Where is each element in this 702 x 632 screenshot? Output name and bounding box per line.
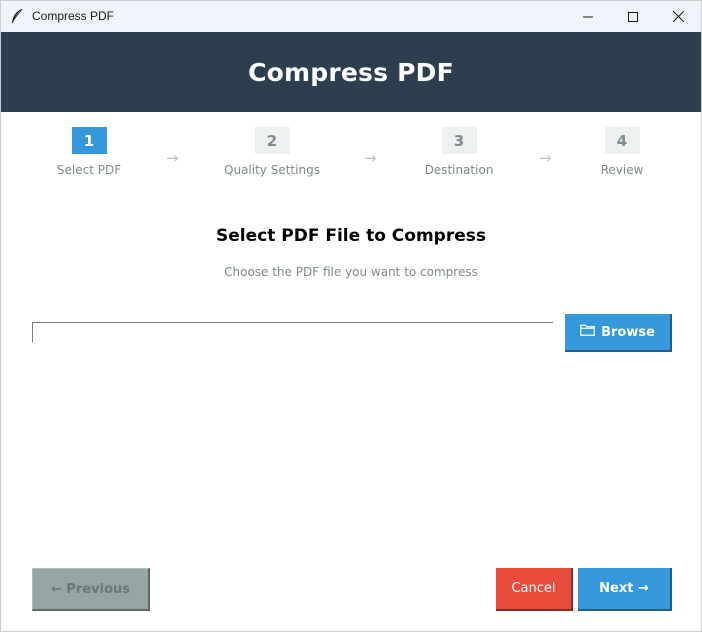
step-label: Destination	[424, 163, 494, 177]
header-banner: Compress PDF	[1, 32, 701, 112]
minimize-button[interactable]	[565, 1, 611, 32]
feather-icon	[10, 8, 24, 24]
step-label: Quality Settings	[224, 163, 320, 177]
step-number: 1	[71, 127, 107, 154]
close-icon	[672, 7, 684, 26]
section-title: Select PDF File to Compress	[216, 226, 486, 246]
app-window: Compress PDF Compress PDF 1 Select PDF →…	[0, 0, 702, 632]
browse-label: Browse	[601, 324, 655, 340]
step-arrow: →	[539, 149, 552, 167]
step-number: 3	[441, 127, 477, 154]
step-arrow: →	[166, 149, 179, 167]
maximize-icon	[628, 7, 638, 26]
step-1: 1 Select PDF	[54, 127, 124, 177]
step-2: 2 Quality Settings	[222, 127, 322, 177]
page-title: Compress PDF	[248, 57, 454, 87]
previous-button[interactable]: ← Previous	[32, 568, 150, 611]
cancel-button[interactable]: Cancel	[496, 568, 573, 611]
maximize-button[interactable]	[610, 1, 656, 32]
step-arrow: →	[364, 149, 377, 167]
minimize-icon	[583, 7, 593, 26]
close-button[interactable]	[655, 1, 701, 32]
file-path-input[interactable]	[32, 322, 553, 342]
browse-button[interactable]: Browse	[565, 314, 672, 352]
title-bar: Compress PDF	[1, 1, 701, 32]
step-4: 4 Review	[592, 127, 652, 177]
step-label: Review	[600, 163, 644, 177]
next-button[interactable]: Next →	[578, 568, 672, 611]
folder-icon	[580, 324, 595, 340]
window-title: Compress PDF	[32, 9, 115, 23]
section-subtitle: Choose the PDF file you want to compress	[224, 265, 478, 279]
step-3: 3 Destination	[419, 127, 499, 177]
step-number: 4	[604, 127, 640, 154]
step-label: Select PDF	[56, 163, 122, 177]
step-number: 2	[254, 127, 290, 154]
